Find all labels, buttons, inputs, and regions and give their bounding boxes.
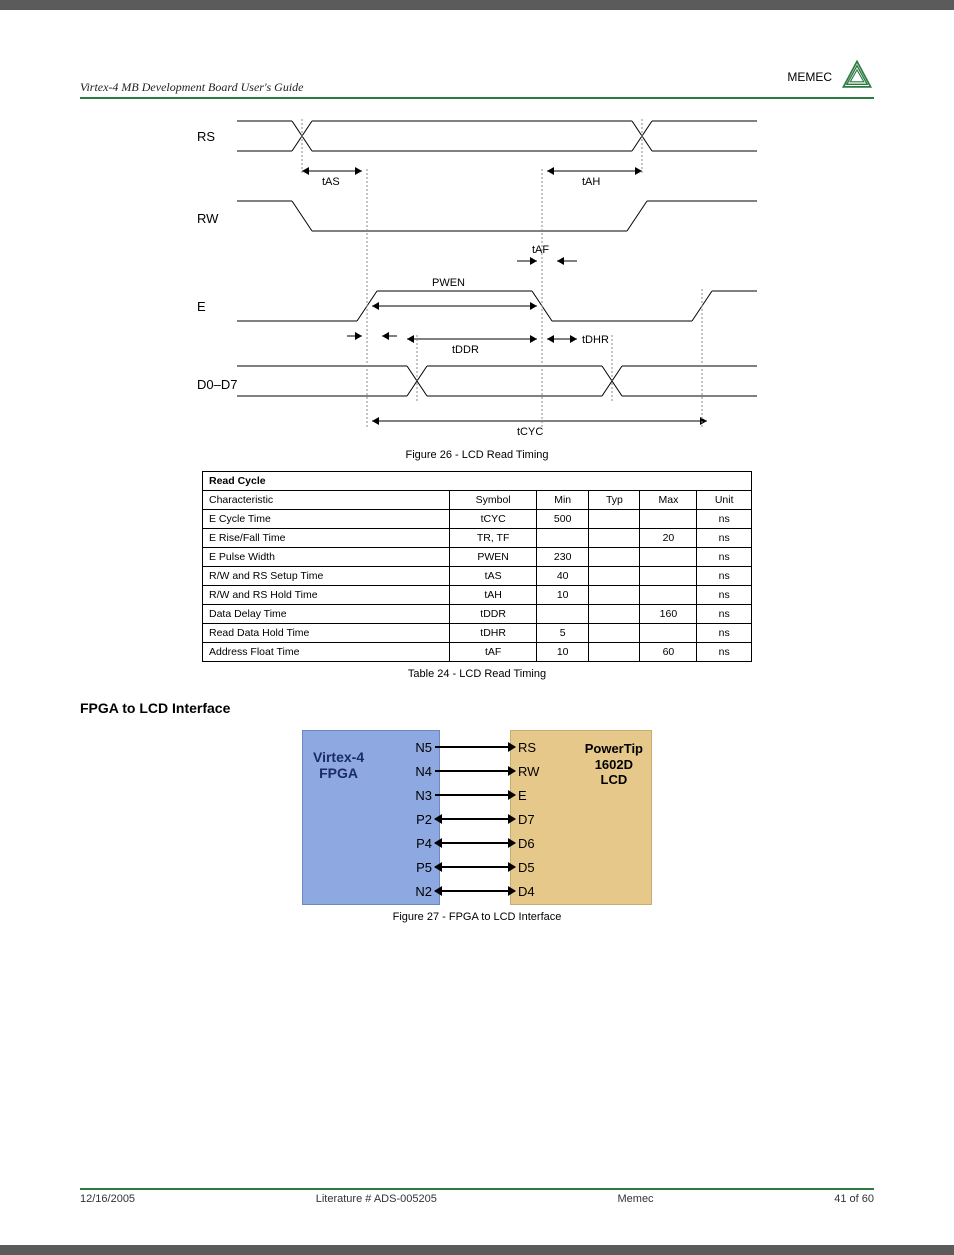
svg-text:D0–D7: D0–D7 — [197, 377, 237, 392]
connection-N5: N5 RS — [405, 736, 545, 758]
table-row: E Cycle TimetCYC500ns — [203, 510, 752, 529]
figure-26-caption: Figure 26 - LCD Read Timing — [80, 449, 874, 461]
fpga-pin: P5 — [405, 860, 435, 875]
svg-text:tAS: tAS — [322, 176, 340, 188]
fpga-pin: P4 — [405, 836, 435, 851]
footer-date: 12/16/2005 — [80, 1193, 135, 1205]
section-title: FPGA to LCD Interface — [80, 700, 874, 716]
svg-text:PWEN: PWEN — [432, 277, 465, 289]
connection-P2: P2 D7 — [405, 808, 545, 830]
wire-arrow-icon — [435, 890, 515, 892]
document-page: Virtex-4 MB Development Board User's Gui… — [0, 10, 954, 1245]
svg-text:E: E — [197, 299, 206, 314]
brand-logo-icon — [840, 58, 874, 95]
wire-arrow-icon — [435, 818, 515, 820]
table-row: R/W and RS Hold TimetAH10ns — [203, 586, 752, 605]
connection-P5: P5 D5 — [405, 856, 545, 878]
table-row: Read Data Hold TimetDHR5ns — [203, 624, 752, 643]
wire-arrow-icon — [435, 842, 515, 844]
wire-arrow-icon — [435, 866, 515, 868]
header-doc-title: Virtex-4 MB Development Board User's Gui… — [80, 80, 304, 95]
connection-N2: N2 D4 — [405, 880, 545, 902]
lcd-pin: D4 — [515, 884, 545, 899]
footer-page: 41 of 60 — [834, 1193, 874, 1205]
lcd-pin: E — [515, 788, 545, 803]
wire-arrow-icon — [435, 746, 515, 748]
svg-text:tCYC: tCYC — [517, 426, 543, 438]
svg-text:RS: RS — [197, 129, 215, 144]
fpga-label: Virtex-4 FPGA — [313, 749, 364, 781]
fpga-pin: N5 — [405, 740, 435, 755]
block-diagram: Virtex-4 FPGA PowerTip 1602D LCD N5 RS N4 R… — [80, 730, 874, 905]
table-row: E Pulse WidthPWEN230ns — [203, 548, 752, 567]
svg-text:tAF: tAF — [532, 244, 549, 256]
table-title: Read Cycle — [203, 472, 752, 491]
fpga-pin: P2 — [405, 812, 435, 827]
page-header: Virtex-4 MB Development Board User's Gui… — [80, 58, 874, 99]
svg-text:tDHR: tDHR — [582, 334, 609, 346]
fpga-pin: N4 — [405, 764, 435, 779]
footer-company: Memec — [618, 1193, 654, 1205]
read-cycle-table: Read Cycle Characteristic Symbol Min Typ… — [202, 471, 752, 662]
lcd-pin: RS — [515, 740, 545, 755]
lcd-pin: RW — [515, 764, 545, 779]
fpga-pin: N2 — [405, 884, 435, 899]
lcd-pin: D6 — [515, 836, 545, 851]
table-header-row: Characteristic Symbol Min Typ Max Unit — [203, 491, 752, 510]
connection-N4: N4 RW — [405, 760, 545, 782]
lcd-label: PowerTip 1602D LCD — [585, 741, 643, 788]
figure-27-caption: Figure 27 - FPGA to LCD Interface — [80, 911, 874, 923]
connection-P4: P4 D6 — [405, 832, 545, 854]
svg-text:tAH: tAH — [582, 176, 600, 188]
lcd-pin: D7 — [515, 812, 545, 827]
lcd-pin: D5 — [515, 860, 545, 875]
brand-text: MEMEC — [787, 70, 832, 84]
timing-svg: RS tAS tAH RW — [197, 111, 757, 441]
header-brand: MEMEC — [787, 58, 874, 95]
wire-arrow-icon — [435, 770, 515, 772]
page-footer: 12/16/2005 Literature # ADS-005205 Memec… — [80, 1188, 874, 1205]
fpga-pin: N3 — [405, 788, 435, 803]
wire-arrow-icon — [435, 794, 515, 796]
table-24-caption: Table 24 - LCD Read Timing — [80, 668, 874, 680]
connection-N3: N3 E — [405, 784, 545, 806]
table-row: R/W and RS Setup TimetAS40ns — [203, 567, 752, 586]
svg-text:tDDR: tDDR — [452, 344, 479, 356]
table-row: Address Float TimetAF1060ns — [203, 643, 752, 662]
footer-lit: Literature # ADS-005205 — [316, 1193, 437, 1205]
table-row: Data Delay TimetDDR160ns — [203, 605, 752, 624]
table-row: E Rise/Fall TimeTR, TF20ns — [203, 529, 752, 548]
svg-text:RW: RW — [197, 211, 219, 226]
timing-diagram: RS tAS tAH RW — [197, 111, 757, 441]
